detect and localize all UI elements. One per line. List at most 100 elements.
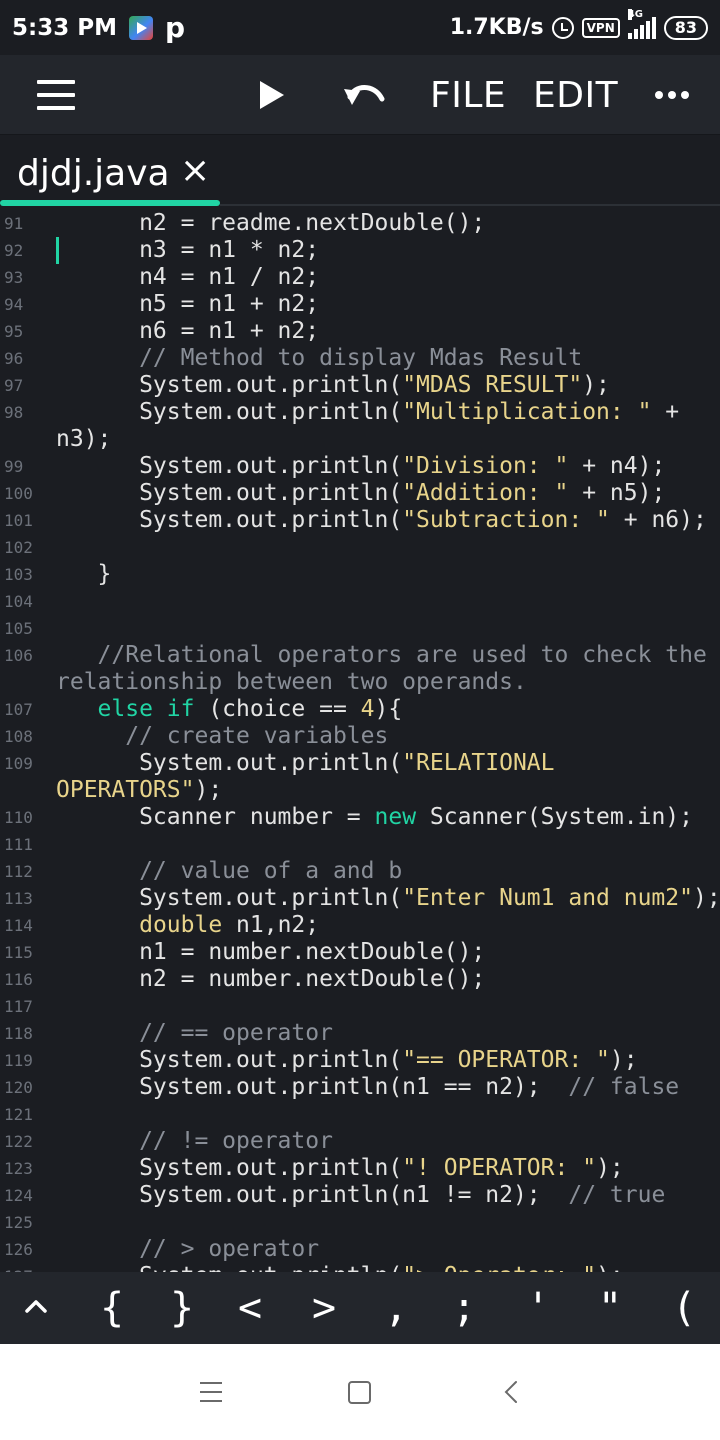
more-options-icon[interactable]	[655, 91, 689, 99]
symbol-bar: {} < >,; ' " (	[0, 1272, 720, 1344]
line-number: 121	[4, 1105, 33, 1124]
line-number: 99	[4, 457, 24, 476]
code-token: );	[194, 777, 223, 803]
code-line[interactable]: System.out.println(n1 != n2); // true	[56, 1182, 665, 1209]
code-line[interactable]: // create variables	[56, 723, 388, 750]
code-token: "Division: "	[402, 453, 569, 479]
code-line[interactable]: // > operator	[56, 1236, 319, 1263]
symbol-key[interactable]: '	[526, 1280, 550, 1336]
code-line[interactable]: n6 = n1 + n2;	[56, 318, 319, 345]
code-line[interactable]: System.out.println("RELATIONAL	[56, 750, 555, 777]
hamburger-menu-icon[interactable]	[37, 80, 75, 110]
line-number: 112	[4, 862, 33, 881]
edit-menu-button[interactable]: EDIT	[533, 75, 618, 116]
p-app-icon: p	[164, 10, 186, 44]
line-number: 98	[4, 403, 24, 422]
code-line[interactable]: // != operator	[56, 1128, 333, 1155]
code-token: 4	[360, 696, 375, 722]
code-token: n6 = n1 + n2;	[56, 318, 320, 344]
status-right: 1.7KB/s VPN 4G 83	[449, 8, 708, 40]
code-line[interactable]: // == operator	[56, 1020, 333, 1047]
code-line[interactable]: else if (choice == 4){	[56, 696, 403, 723]
code-token: n5 = n1 + n2;	[56, 291, 320, 317]
network-type: 4G	[627, 8, 643, 20]
home-icon[interactable]	[348, 1381, 371, 1404]
code-line[interactable]: System.out.println("! OPERATOR: ");	[56, 1155, 624, 1182]
line-number: 125	[4, 1213, 33, 1232]
code-line[interactable]: OPERATORS");	[56, 777, 222, 804]
file-menu-button[interactable]: FILE	[430, 75, 506, 116]
code-line[interactable]: System.out.println("Subtraction: " + n6)…	[56, 507, 707, 534]
line-number: 94	[4, 295, 24, 314]
code-line[interactable]: System.out.println("== OPERATOR: ");	[56, 1047, 638, 1074]
tab-label: djdj.java	[17, 153, 170, 194]
symbol-key[interactable]: ;	[452, 1280, 476, 1336]
code-line[interactable]: n2 = number.nextDouble();	[56, 966, 485, 993]
code-line[interactable]: n3 = n1 * n2;	[56, 237, 319, 264]
code-line[interactable]: System.out.println("MDAS RESULT");	[56, 372, 610, 399]
line-number: 115	[4, 943, 33, 962]
symbol-key[interactable]: (	[672, 1280, 696, 1336]
back-icon[interactable]	[500, 1380, 524, 1404]
editor-toolbar: FILE EDIT	[0, 55, 720, 135]
code-line[interactable]: // Method to display Mdas Result	[56, 345, 582, 372]
line-number: 105	[4, 619, 33, 638]
code-token: ){	[374, 696, 403, 722]
code-line[interactable]: n1 = number.nextDouble();	[56, 939, 485, 966]
symbol-key[interactable]: }	[170, 1280, 194, 1336]
network-speed: 1.7KB/s	[449, 15, 544, 40]
tab-bar: djdj.java ×	[0, 135, 720, 210]
code-line[interactable]: n4 = n1 / n2;	[56, 264, 319, 291]
code-token: System.out.println(	[56, 453, 403, 479]
code-token: "RELATIONAL	[402, 750, 555, 776]
code-token: else if	[97, 696, 195, 722]
code-line[interactable]: n2 = readme.nextDouble();	[56, 210, 485, 237]
code-token: Scanner number =	[56, 804, 375, 830]
code-token: );	[596, 1263, 624, 1272]
code-token: System.out.println(	[56, 480, 403, 506]
undo-icon[interactable]	[340, 75, 390, 115]
code-token: (choice ==	[194, 696, 361, 722]
code-line[interactable]: Scanner number = new Scanner(System.in);	[56, 804, 693, 831]
code-line[interactable]: }	[56, 561, 112, 588]
line-number: 122	[4, 1132, 33, 1151]
code-line[interactable]: n3);	[56, 426, 111, 453]
run-icon[interactable]	[260, 81, 284, 109]
symbol-key[interactable]: {	[100, 1280, 124, 1336]
code-token: OPERATORS"	[56, 777, 195, 803]
code-line[interactable]: System.out.println("Division: " + n4);	[56, 453, 665, 480]
line-number: 110	[4, 808, 33, 827]
code-line[interactable]: System.out.println("Addition: " + n5);	[56, 480, 665, 507]
code-token: // Method to display Mdas Result	[56, 345, 583, 371]
chevron-up-icon[interactable]	[24, 1294, 48, 1318]
code-token: // true	[568, 1182, 666, 1208]
code-token: // == operator	[56, 1020, 333, 1046]
code-line[interactable]: System.out.println("> Operator: ");	[56, 1263, 624, 1272]
code-token: + n6);	[609, 507, 707, 533]
code-line[interactable]: System.out.println(n1 == n2); // false	[56, 1074, 679, 1101]
code-token: System.out.println(	[56, 1047, 403, 1073]
tab-djdj-java[interactable]: djdj.java ×	[0, 135, 220, 210]
code-line[interactable]: n5 = n1 + n2;	[56, 291, 319, 318]
line-number: 123	[4, 1159, 33, 1178]
line-number: 126	[4, 1240, 33, 1259]
code-line[interactable]: System.out.println("Multiplication: " +	[56, 399, 679, 426]
line-number: 108	[4, 727, 33, 746]
code-line[interactable]: double n1,n2;	[56, 912, 319, 939]
symbol-key[interactable]: >	[312, 1280, 336, 1336]
code-editor[interactable]: 91 n2 = readme.nextDouble(); 92 n3 = n1 *…	[0, 210, 720, 1272]
line-number: 97	[4, 376, 24, 395]
code-line[interactable]: relationship between two operands.	[56, 669, 527, 696]
code-line[interactable]: // value of a and b	[56, 858, 402, 885]
recent-apps-icon[interactable]	[200, 1382, 222, 1402]
tab-divider	[220, 204, 720, 206]
code-line[interactable]: System.out.println("Enter Num1 and num2"…	[56, 885, 720, 912]
symbol-key[interactable]: <	[238, 1280, 262, 1336]
line-number: 116	[4, 970, 33, 989]
symbol-key[interactable]: "	[598, 1280, 622, 1336]
code-line[interactable]: //Relational operators are used to check…	[56, 642, 707, 669]
code-token: double	[139, 912, 223, 938]
code-token: System.out.println(	[56, 507, 403, 533]
symbol-key[interactable]: ,	[384, 1280, 408, 1336]
close-tab-icon[interactable]: ×	[180, 153, 210, 189]
